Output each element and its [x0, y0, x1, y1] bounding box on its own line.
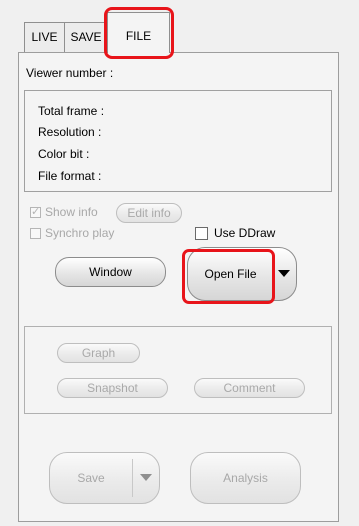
edit-info-label: Edit info	[127, 206, 171, 220]
tools-group	[24, 326, 332, 414]
analysis-button[interactable]: Analysis	[190, 452, 301, 504]
open-file-highlight	[182, 249, 275, 304]
comment-button[interactable]: Comment	[194, 378, 305, 398]
file-format-label: File format :	[38, 169, 102, 183]
graph-label: Graph	[81, 346, 116, 360]
comment-label: Comment	[223, 381, 276, 395]
tab-file-highlight	[104, 7, 174, 59]
tab-live[interactable]: LIVE	[24, 22, 65, 52]
synchro-play-label: Synchro play	[45, 226, 115, 240]
save-dropdown-arrow-icon	[140, 474, 152, 481]
use-ddraw-checkbox[interactable]	[195, 227, 208, 240]
save-button[interactable]: Save	[50, 453, 132, 503]
graph-button[interactable]: Graph	[57, 343, 140, 363]
snapshot-button[interactable]: Snapshot	[57, 378, 168, 398]
dropdown-arrow-icon	[278, 270, 290, 277]
window-label: Window	[89, 265, 132, 279]
show-info-label: Show info	[45, 205, 98, 219]
snapshot-label: Snapshot	[87, 381, 138, 395]
save-label: Save	[77, 471, 105, 485]
check-icon: ✓	[31, 206, 41, 218]
synchro-play-checkbox[interactable]	[30, 228, 41, 239]
resolution-label: Resolution :	[38, 125, 102, 139]
analysis-label: Analysis	[223, 471, 268, 485]
tab-save[interactable]: SAVE	[64, 22, 108, 52]
use-ddraw-label: Use DDraw	[214, 226, 276, 240]
show-info-checkbox[interactable]: ✓	[30, 206, 41, 218]
tab-live-label: LIVE	[31, 30, 58, 44]
open-file-dropdown-button[interactable]	[274, 248, 296, 300]
tab-save-label: SAVE	[70, 30, 102, 44]
color-bit-label: Color bit :	[38, 147, 90, 161]
edit-info-button[interactable]: Edit info	[116, 203, 182, 223]
save-dropdown-button[interactable]	[133, 453, 159, 503]
total-frame-label: Total frame :	[38, 104, 105, 118]
viewer-number-label: Viewer number :	[26, 66, 114, 80]
window-button[interactable]: Window	[55, 257, 166, 287]
